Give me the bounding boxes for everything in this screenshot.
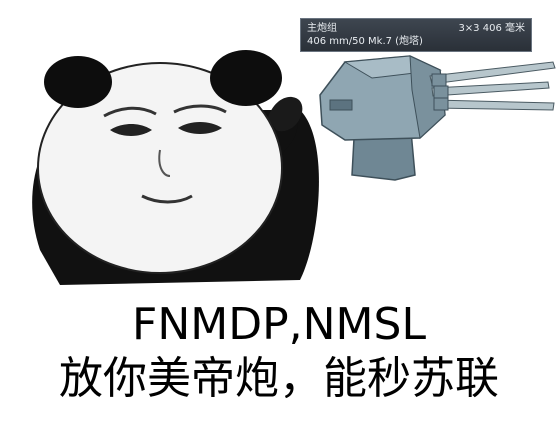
tooltip-mount: 3×3 406 毫米 (458, 23, 525, 34)
barrel-1 (429, 61, 556, 85)
barrel-sleeve-3 (433, 97, 449, 111)
barrel-sleeve-2 (433, 85, 449, 99)
caption-line-2: 放你美帝炮，能秒苏联 (59, 353, 499, 404)
meme-canvas: 主炮组 3×3 406 毫米 406 mm/50 Mk.7 (炮塔) FNMDP… (0, 0, 558, 444)
caption-line-1: FNMDP,NMSL (132, 299, 426, 350)
tooltip-title: 主炮组 (307, 23, 337, 34)
barrel-sleeve-1 (431, 73, 447, 87)
barrel-3 (433, 99, 555, 111)
tooltip-gun: 406 mm/50 Mk.7 (炮塔) (307, 36, 423, 47)
turret-rangefinder (329, 99, 353, 111)
weapon-tooltip: 主炮组 3×3 406 毫米 406 mm/50 Mk.7 (炮塔) (300, 18, 532, 52)
turret-barrels (429, 61, 556, 111)
barrel-2 (431, 81, 550, 97)
